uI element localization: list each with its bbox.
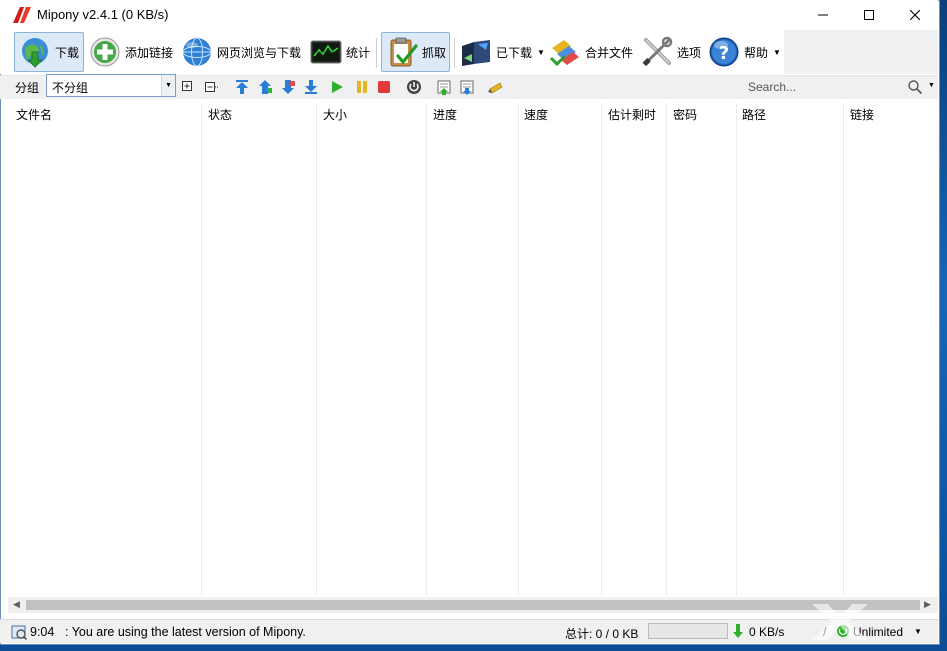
search-options-arrow-icon[interactable]: ▼	[928, 82, 935, 89]
update-check-icon	[11, 625, 27, 640]
column-header-link[interactable]: 链接	[850, 106, 874, 123]
tools-icon	[642, 36, 673, 66]
group-select[interactable]: 不分组 ▼	[46, 74, 176, 97]
help-button-label: 帮助	[744, 45, 769, 60]
search-input[interactable]	[748, 79, 900, 95]
column-header-filename[interactable]: 文件名	[16, 106, 52, 123]
browse-button-label: 网页浏览与下载	[217, 45, 302, 60]
toolbar-spacer	[784, 30, 938, 74]
status-total: 总计: 0 / 0 KB	[565, 627, 639, 641]
globe-icon	[182, 37, 212, 67]
window-title: Mipony v2.4.1 (0 KB/s)	[37, 7, 169, 22]
column-divider	[426, 103, 427, 596]
merge-button-label: 合并文件	[585, 45, 634, 60]
mipony-logo-icon	[13, 7, 31, 23]
scroll-left-arrow-icon[interactable]: ◀	[13, 599, 20, 610]
column-divider	[843, 103, 844, 596]
import-icon[interactable]	[436, 79, 452, 95]
help-icon: ?	[709, 37, 739, 67]
column-header-password[interactable]: 密码	[673, 106, 697, 123]
status-message: : You are using the latest version of Mi…	[65, 625, 306, 639]
stats-button[interactable]: 统计	[305, 32, 375, 72]
column-divider	[201, 103, 202, 596]
status-time: 9:04	[30, 625, 55, 639]
maximize-button[interactable]	[846, 0, 892, 30]
power-icon[interactable]	[406, 79, 422, 95]
downloaded-folder-icon	[462, 40, 490, 66]
capture-button-label: 抓取	[422, 45, 447, 60]
group-label: 分组	[15, 81, 40, 95]
column-header-path[interactable]: 路径	[742, 106, 766, 123]
watermark-x-icon	[812, 604, 868, 640]
help-dropdown-arrow-icon: ▼	[773, 47, 781, 57]
svg-text:?: ?	[719, 43, 729, 64]
downloaded-button[interactable]: 已下载 ▼	[455, 32, 550, 72]
column-divider	[736, 103, 737, 596]
add-link-button-label: 添加链接	[125, 45, 174, 60]
download-arrow-icon	[733, 624, 743, 638]
column-divider	[601, 103, 602, 596]
merge-button[interactable]: 合并文件	[544, 32, 638, 72]
column-header-speed[interactable]: 速度	[524, 106, 548, 123]
column-divider	[666, 103, 667, 596]
horizontal-scrollbar[interactable]: ◀ ▶	[8, 597, 938, 613]
collapse-icon[interactable]	[204, 79, 220, 95]
download-button-label: 下载	[55, 45, 80, 60]
clipboard-check-icon	[390, 37, 418, 67]
minimize-button[interactable]	[800, 0, 846, 30]
move-down-icon[interactable]	[280, 79, 296, 95]
stats-button-label: 统计	[346, 45, 371, 60]
play-icon[interactable]	[329, 79, 345, 95]
clean-icon[interactable]	[487, 79, 503, 95]
column-header-size[interactable]: 大小	[323, 106, 347, 123]
column-header-eta[interactable]: 估计剩时	[608, 106, 656, 123]
column-header-progress[interactable]: 进度	[433, 106, 457, 123]
download-globe-icon	[22, 38, 48, 68]
minimize-icon	[818, 14, 828, 16]
column-divider	[518, 103, 519, 596]
watermark-logo	[808, 600, 940, 642]
stats-monitor-icon	[310, 40, 342, 64]
add-link-button[interactable]: 添加链接	[84, 32, 178, 72]
merge-files-icon	[549, 40, 579, 67]
total-progress-bar	[648, 623, 728, 639]
stop-icon[interactable]	[376, 79, 392, 95]
toolbar-separator	[376, 38, 377, 68]
chevron-down-icon[interactable]: ▼	[161, 75, 175, 96]
move-top-icon[interactable]	[234, 79, 250, 95]
download-speed: 0 KB/s	[749, 625, 785, 639]
help-button[interactable]: ? 帮助 ▼	[703, 32, 786, 72]
scrollbar-thumb[interactable]	[26, 600, 920, 610]
maximize-icon	[864, 10, 874, 20]
download-list[interactable]	[8, 100, 938, 597]
downloaded-button-label: 已下载	[496, 45, 533, 60]
expand-icon[interactable]	[180, 79, 196, 95]
search-icon[interactable]	[907, 79, 923, 95]
options-button-label: 选项	[677, 45, 702, 60]
column-divider	[316, 103, 317, 596]
close-icon	[910, 10, 920, 20]
export-icon[interactable]	[459, 79, 475, 95]
browse-button[interactable]: 网页浏览与下载	[176, 32, 306, 72]
capture-button[interactable]: 抓取	[381, 32, 450, 72]
column-header-status[interactable]: 状态	[208, 106, 232, 123]
move-up-icon[interactable]	[257, 79, 273, 95]
group-select-value: 不分组	[52, 81, 89, 95]
options-button[interactable]: 选项	[636, 32, 706, 72]
close-button[interactable]	[892, 0, 938, 30]
add-plus-icon	[90, 37, 120, 67]
move-bottom-icon[interactable]	[303, 79, 319, 95]
download-button[interactable]: 下载	[14, 32, 84, 72]
pause-icon[interactable]	[354, 79, 370, 95]
